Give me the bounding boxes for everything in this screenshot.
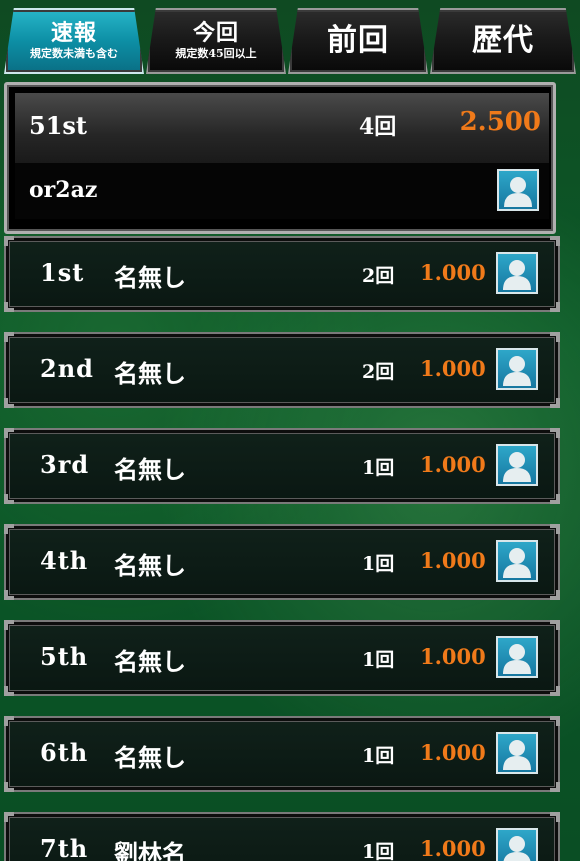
- frame-corner: [550, 302, 560, 312]
- user-avatar-icon[interactable]: [496, 540, 538, 582]
- frame-corner: [4, 782, 14, 792]
- frame-corner: [4, 620, 14, 630]
- tab-live[interactable]: 速報 規定数未満も含む: [4, 8, 144, 74]
- row-player-name: 名無し: [114, 455, 186, 484]
- row-player-name: 名無し: [114, 359, 186, 388]
- ranking-row[interactable]: 7th 劉林名 1回 1.000: [4, 812, 560, 861]
- frame-corner: [4, 494, 14, 504]
- tab-previous-label: 前回: [327, 23, 389, 58]
- my-player-name: or2az: [29, 177, 98, 203]
- row-player-name: 名無し: [114, 743, 186, 772]
- row-rate: 1.000: [420, 260, 486, 285]
- frame-corner: [4, 398, 14, 408]
- frame-corner: [550, 716, 560, 726]
- user-avatar-icon[interactable]: [496, 444, 538, 486]
- row-rate: 1.000: [420, 452, 486, 477]
- row-rank: 2nd: [40, 354, 94, 383]
- row-rate: 1.000: [420, 836, 486, 861]
- frame-corner: [550, 236, 560, 246]
- tab-previous[interactable]: 前回: [288, 8, 428, 74]
- tab-current[interactable]: 今回 規定数45回以上: [146, 8, 286, 74]
- frame-corner: [4, 302, 14, 312]
- row-rank: 7th: [40, 834, 89, 861]
- tab-all-time-label: 歴代: [472, 23, 534, 58]
- row-count: 1回: [362, 553, 395, 575]
- frame-corner: [4, 812, 14, 822]
- ranking-row[interactable]: 5th 名無し 1回 1.000: [4, 620, 560, 696]
- ranking-tabs: 速報 規定数未満も含む 今回 規定数45回以上 前回 歴代: [4, 8, 576, 74]
- row-rate: 1.000: [420, 356, 486, 381]
- frame-corner: [4, 332, 14, 342]
- user-avatar-icon[interactable]: [496, 732, 538, 774]
- tab-all-time[interactable]: 歴代: [430, 8, 576, 74]
- tab-live-label: 速報: [50, 20, 97, 46]
- ranking-row[interactable]: 3rd 名無し 1回 1.000: [4, 428, 560, 504]
- frame-corner: [4, 524, 14, 534]
- ranking-row[interactable]: 2nd 名無し 2回 1.000: [4, 332, 560, 408]
- row-count: 1回: [362, 841, 395, 861]
- user-avatar-icon[interactable]: [496, 252, 538, 294]
- frame-corner: [550, 524, 560, 534]
- frame-corner: [4, 686, 14, 696]
- my-rank-panel: 51st 4回 2.500 or2az: [4, 82, 556, 234]
- row-rank: 3rd: [40, 450, 90, 479]
- frame-corner: [550, 428, 560, 438]
- ranking-row[interactable]: 6th 名無し 1回 1.000: [4, 716, 560, 792]
- row-rate: 1.000: [420, 644, 486, 669]
- row-rank: 4th: [40, 546, 89, 575]
- frame-corner: [550, 494, 560, 504]
- frame-corner: [4, 428, 14, 438]
- frame-corner: [550, 686, 560, 696]
- frame-corner: [550, 812, 560, 822]
- frame-corner: [550, 782, 560, 792]
- frame-corner: [4, 590, 14, 600]
- frame-corner: [550, 620, 560, 630]
- my-rank-rate: 2.500: [459, 107, 541, 137]
- tab-current-label: 今回: [192, 20, 239, 46]
- my-rank-count: 4回: [359, 114, 397, 140]
- user-avatar-icon[interactable]: [496, 348, 538, 390]
- row-count: 1回: [362, 745, 395, 767]
- my-rank-position: 51st: [29, 111, 87, 140]
- ranking-row[interactable]: 4th 名無し 1回 1.000: [4, 524, 560, 600]
- row-player-name: 名無し: [114, 263, 186, 292]
- tab-current-sublabel: 規定数45回以上: [175, 47, 257, 60]
- row-rank: 6th: [40, 738, 89, 767]
- ranking-row[interactable]: 1st 名無し 2回 1.000: [4, 236, 560, 312]
- frame-corner: [550, 332, 560, 342]
- row-count: 1回: [362, 649, 395, 671]
- row-player-name: 名無し: [114, 551, 186, 580]
- row-count: 1回: [362, 457, 395, 479]
- row-rate: 1.000: [420, 740, 486, 765]
- row-count: 2回: [362, 265, 395, 287]
- row-rank: 5th: [40, 642, 89, 671]
- frame-corner: [4, 236, 14, 246]
- frame-corner: [550, 398, 560, 408]
- user-avatar-icon[interactable]: [496, 828, 538, 861]
- row-rank: 1st: [40, 258, 85, 287]
- row-player-name: 名無し: [114, 647, 186, 676]
- row-player-name: 劉林名: [114, 839, 186, 861]
- row-count: 2回: [362, 361, 395, 383]
- tab-live-sublabel: 規定数未満も含む: [30, 47, 118, 60]
- user-avatar-icon[interactable]: [496, 636, 538, 678]
- frame-corner: [550, 590, 560, 600]
- user-avatar-icon[interactable]: [497, 169, 539, 211]
- frame-corner: [4, 716, 14, 726]
- row-rate: 1.000: [420, 548, 486, 573]
